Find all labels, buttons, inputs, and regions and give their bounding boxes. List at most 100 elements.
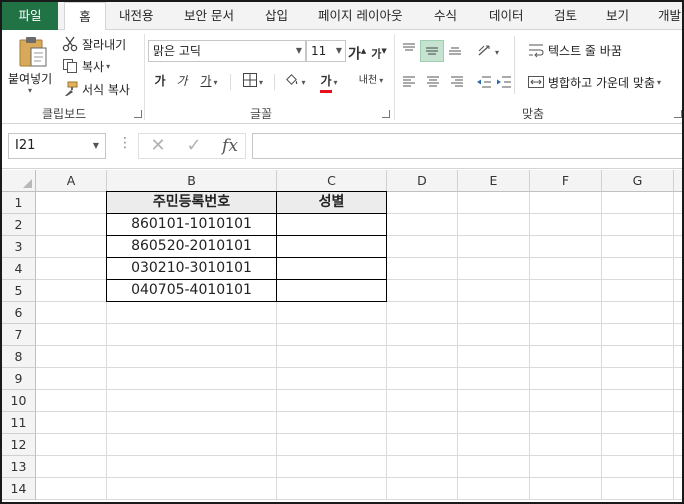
cell-a9[interactable] [36,368,107,390]
cell-b3[interactable]: 860520-2010101 [106,235,277,258]
cell-a6[interactable] [36,302,107,324]
formula-input[interactable] [252,133,682,159]
cell-b1[interactable]: 주민등록번호 [106,191,277,214]
cell-c1[interactable]: 성별 [276,191,387,214]
cell-a12[interactable] [36,434,107,456]
borders-button[interactable]: ▾ [236,70,270,92]
cell-b14[interactable] [107,478,277,500]
cell-g4[interactable] [602,258,674,280]
cell-c14[interactable] [277,478,387,500]
cell-f13[interactable] [530,456,602,478]
bold-button[interactable]: 가 [152,70,168,92]
more-icon[interactable]: ⋮ [118,135,132,151]
cell-e7[interactable] [458,324,530,346]
font-name-select[interactable]: 맑은 고딕 ▼ [148,40,306,62]
column-header-d[interactable]: D [387,170,458,192]
cell-e3[interactable] [458,236,530,258]
cell-b11[interactable] [107,412,277,434]
cell-d12[interactable] [387,434,458,456]
phonetic-button[interactable]: 내천 ▾ [356,70,386,92]
cell-a8[interactable] [36,346,107,368]
cell-e11[interactable] [458,412,530,434]
insert-function-icon[interactable]: fx [215,134,245,158]
cell-h14[interactable] [674,478,682,500]
cell-d14[interactable] [387,478,458,500]
cell-f4[interactable] [530,258,602,280]
cell-e5[interactable] [458,280,530,302]
cell-f2[interactable] [530,214,602,236]
cell-g8[interactable] [602,346,674,368]
cell-c3[interactable] [276,235,387,258]
italic-button[interactable]: 가 [174,70,190,92]
cell-g6[interactable] [602,302,674,324]
cell-c2[interactable] [276,213,387,236]
cell-b12[interactable] [107,434,277,456]
cell-d10[interactable] [387,390,458,412]
tab-my-use[interactable]: 내전용 [119,2,154,30]
cell-g2[interactable] [602,214,674,236]
cell-c9[interactable] [277,368,387,390]
cell-d11[interactable] [387,412,458,434]
tab-page-layout[interactable]: 페이지 레이아웃 [318,2,402,30]
column-header-h[interactable] [674,170,682,192]
cell-c8[interactable] [277,346,387,368]
cell-f10[interactable] [530,390,602,412]
align-middle-button[interactable] [420,40,444,62]
cell-e14[interactable] [458,478,530,500]
cell-b2[interactable]: 860101-1010101 [106,213,277,236]
copy-button[interactable]: 복사 ▾ [62,56,110,76]
column-header-a[interactable]: A [36,170,107,192]
cell-f3[interactable] [530,236,602,258]
cell-g9[interactable] [602,368,674,390]
cell-d6[interactable] [387,302,458,324]
cell-a4[interactable] [36,258,107,280]
cell-d8[interactable] [387,346,458,368]
cell-a11[interactable] [36,412,107,434]
cell-d9[interactable] [387,368,458,390]
tab-insert[interactable]: 삽입 [265,2,288,30]
fill-color-button[interactable]: ▾ [280,70,310,92]
row-header-12[interactable]: 12 [2,434,36,456]
row-header-8[interactable]: 8 [2,346,36,368]
align-bottom-icon[interactable] [448,42,462,56]
cell-b6[interactable] [107,302,277,324]
cell-d1[interactable] [387,192,458,214]
cell-e1[interactable] [458,192,530,214]
cell-e9[interactable] [458,368,530,390]
increase-indent-icon[interactable] [496,75,512,89]
cell-c7[interactable] [277,324,387,346]
row-header-3[interactable]: 3 [2,236,36,258]
tab-review[interactable]: 검토 [554,2,577,30]
tab-security-doc[interactable]: 보안 문서 [184,2,234,30]
cell-d7[interactable] [387,324,458,346]
cell-f1[interactable] [530,192,602,214]
row-header-7[interactable]: 7 [2,324,36,346]
cell-e6[interactable] [458,302,530,324]
cell-a13[interactable] [36,456,107,478]
cell-a5[interactable] [36,280,107,302]
alignment-launcher-icon[interactable] [674,110,682,118]
cell-f5[interactable] [530,280,602,302]
cell-b5[interactable]: 040705-4010101 [106,279,277,302]
cell-b10[interactable] [107,390,277,412]
cell-a7[interactable] [36,324,107,346]
column-header-f[interactable]: F [530,170,602,192]
row-header-14[interactable]: 14 [2,478,36,500]
wrap-text-button[interactable]: 텍스트 줄 바꿈 [528,40,622,60]
cell-h11[interactable] [674,412,682,434]
cell-c11[interactable] [277,412,387,434]
cell-f9[interactable] [530,368,602,390]
cell-f6[interactable] [530,302,602,324]
orientation-button[interactable]: ▾ [474,40,502,62]
cell-g5[interactable] [602,280,674,302]
column-header-c[interactable]: C [277,170,387,192]
cell-b8[interactable] [107,346,277,368]
tab-developer[interactable]: 개발 [658,2,681,30]
align-top-icon[interactable] [402,42,416,56]
cell-b13[interactable] [107,456,277,478]
shrink-font-button[interactable]: 가▼ [370,40,388,62]
format-painter-button[interactable]: 서식 복사 [62,79,130,99]
cell-b9[interactable] [107,368,277,390]
cell-e10[interactable] [458,390,530,412]
cancel-icon[interactable]: ✕ [143,134,173,158]
